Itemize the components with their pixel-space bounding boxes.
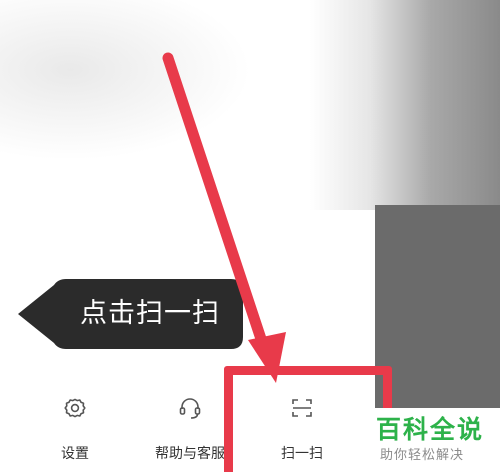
watermark-subtitle: 助你轻松解决 [380,448,465,463]
watermark-title: 百科全说 [376,415,485,444]
screenshot-stage: 点击扫一扫 设置 帮助与客服 扫一扫 百科全说 助你轻松解决 [0,0,500,472]
watermark: 百科全说 助你轻松解决 [372,408,500,472]
annotation-highlight-box [224,366,392,472]
